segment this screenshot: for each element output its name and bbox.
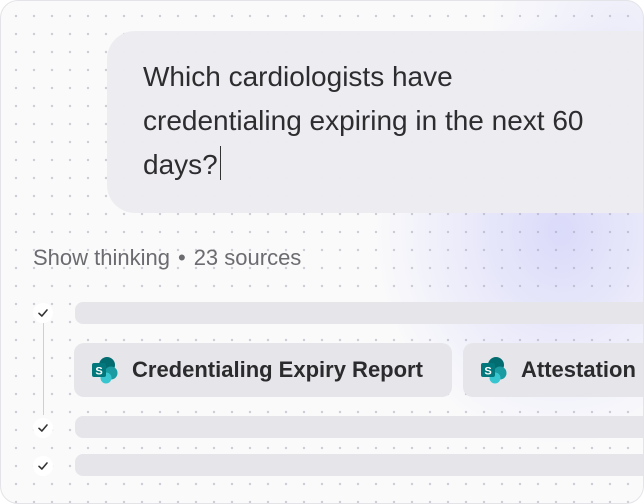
- source-chip-label: Attestation: [521, 357, 636, 382]
- user-message[interactable]: Which cardiologists have credentialing e…: [143, 55, 613, 187]
- svg-text:S: S: [484, 366, 491, 378]
- check-icon: [33, 418, 53, 438]
- text-cursor: [219, 146, 221, 180]
- step-placeholder-bar: [75, 416, 643, 438]
- step-placeholder-bar: [75, 454, 643, 476]
- sources-count[interactable]: 23 sources: [194, 245, 302, 270]
- check-icon: [33, 303, 53, 323]
- sharepoint-icon: S: [92, 357, 118, 384]
- thinking-summary[interactable]: Show thinking • 23 sources: [33, 245, 301, 271]
- source-chip-label: Credentialing Expiry Report: [132, 357, 423, 382]
- chat-card: Which cardiologists have credentialing e…: [0, 0, 644, 504]
- step-placeholder-bar: [75, 302, 643, 324]
- svg-text:S: S: [95, 366, 102, 378]
- sharepoint-icon: S: [481, 357, 507, 384]
- user-message-text: Which cardiologists have credentialing e…: [143, 61, 584, 180]
- timeline-line: [43, 323, 44, 415]
- check-icon: [33, 456, 53, 476]
- separator-dot: •: [177, 245, 186, 270]
- show-thinking-toggle[interactable]: Show thinking: [33, 245, 170, 270]
- source-chip-credentialing-expiry-report[interactable]: S Credentialing Expiry Report: [74, 343, 452, 397]
- source-chip-attestation[interactable]: S Attestation: [463, 343, 643, 397]
